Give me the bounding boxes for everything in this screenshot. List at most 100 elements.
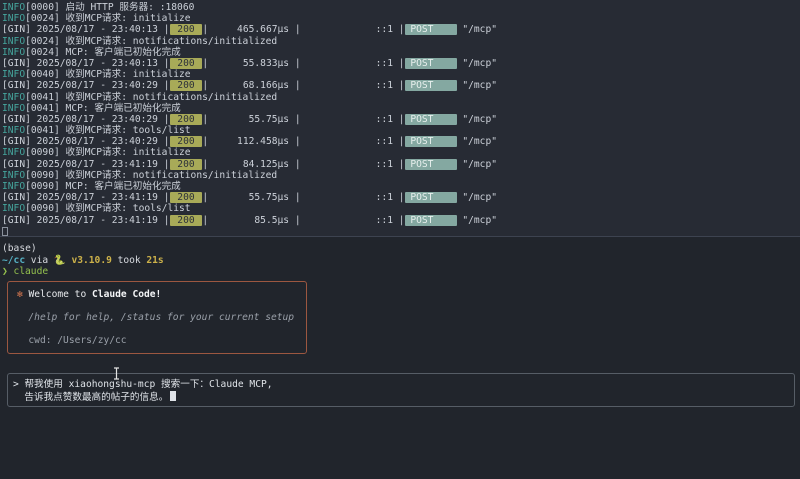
gin-prefix: [GIN] 2025/08/17 - 23:41:19 | [2,192,170,203]
status-badge: 200 [170,159,203,170]
gin-prefix: [GIN] 2025/08/17 - 23:41:19 | [2,159,170,170]
log-line: [GIN] 2025/08/17 - 23:41:19 | 200 | 85.5… [2,215,800,226]
starship-prompt-line: ~/ccvia🐍v3.10.9took21s [2,255,800,267]
log-line: [GIN] 2025/08/17 - 23:40:29 | 200 | 55.7… [2,114,800,125]
welcome-help-line: /help for help, /status for your current… [17,312,306,324]
request-path: "/mcp" [457,114,497,125]
log-level-label: INFO [2,47,25,58]
log-level-label: INFO [2,36,25,47]
status-badge: 200 [170,80,203,91]
gin-prefix: [GIN] 2025/08/17 - 23:40:29 | [2,80,170,91]
claude-spark-icon: ✻ [17,289,23,300]
method-badge: POST [405,215,457,226]
cwd-text: cwd: /Users/zy/cc [28,335,126,346]
gin-latency-ip: | 84.125µs | ::1 | [202,159,404,170]
server-log-pane: INFO[0000] 启动 HTTP 服务器: :18060INFO[0024]… [0,0,800,237]
status-badge: 200 [170,114,203,125]
welcome-cwd-line: cwd: /Users/zy/cc [17,335,306,347]
python-version: v3.10.9 [71,255,111,266]
log-line: [GIN] 2025/08/17 - 23:40:29 | 200 | 112.… [2,136,800,147]
log-level-label: INFO [2,147,25,158]
log-line: INFO[0090] 收到MCP请求: notifications/initia… [2,170,800,181]
log-level-label: INFO [2,170,25,181]
command-duration: 21s [146,255,163,266]
gin-latency-ip: | 112.458µs | ::1 | [202,136,404,147]
took-label: took [118,255,141,266]
claude-prompt-input[interactable]: >帮我使用 xiaohongshu-mcp 搜索一下：Claude MCP, 告… [7,373,795,407]
gin-latency-ip: | 68.166µs | ::1 | [202,80,404,91]
claude-welcome-box: ✻ Welcome to Claude Code! /help for help,… [7,281,307,355]
log-level-label: INFO [2,181,25,192]
method-badge: POST [405,80,457,91]
method-badge: POST [405,24,457,35]
shell-pane: (base) ~/ccvia🐍v3.10.9took21s ❯claude ✻W… [0,238,800,479]
log-line: INFO[0041] 收到MCP请求: notifications/initia… [2,92,800,103]
app-name: Claude Code! [92,289,161,300]
gin-latency-ip: | 55.75µs | ::1 | [202,192,404,203]
typed-command: claude [13,266,48,277]
status-badge: 200 [170,215,203,226]
log-message: [0000] 启动 HTTP 服务器: :18060 [25,2,194,13]
status-badge: 200 [170,24,203,35]
gin-latency-ip: | 465.667µs | ::1 | [202,24,404,35]
log-line: INFO[0024] MCP: 客户端已初始化完成 [2,47,800,58]
log-message: [0040] 收到MCP请求: initialize [25,69,190,80]
log-line: [GIN] 2025/08/17 - 23:41:19 | 200 | 55.7… [2,192,800,203]
method-badge: POST [405,58,457,69]
gin-latency-ip: | 55.833µs | ::1 | [202,58,404,69]
prompt-chevron: ❯ [2,266,8,277]
conda-env-label: (base) [2,243,37,254]
welcome-greeting: Welcome to [28,289,92,300]
method-badge: POST [405,114,457,125]
status-badge: 200 [170,192,203,203]
request-path: "/mcp" [457,192,497,203]
method-badge: POST [405,136,457,147]
log-line: [GIN] 2025/08/17 - 23:40:13 | 200 | 55.8… [2,58,800,69]
input-prompt-symbol: > [13,379,19,390]
log-level-label: INFO [2,92,25,103]
input-line-2: 告诉我点赞数最高的帖子的信息。 [13,391,794,403]
command-line: ❯ claude [2,266,800,278]
log-line: INFO[0000] 启动 HTTP 服务器: :18060 [2,2,800,13]
terminal-hollow-cursor [2,227,8,237]
log-message: [0024] 收到MCP请求: initialize [25,13,190,24]
gin-prefix: [GIN] 2025/08/17 - 23:41:19 | [2,215,170,226]
gin-prefix: [GIN] 2025/08/17 - 23:40:29 | [2,114,170,125]
log-message: [0090] MCP: 客户端已初始化完成 [25,181,181,192]
log-line: INFO[0024] 收到MCP请求: notifications/initia… [2,36,800,47]
log-message: [0041] 收到MCP请求: notifications/initialize… [25,92,277,103]
gin-prefix: [GIN] 2025/08/17 - 23:40:29 | [2,136,170,147]
log-cursor-line [2,226,800,237]
log-line: [GIN] 2025/08/17 - 23:41:19 | 200 | 84.1… [2,159,800,170]
log-line: [GIN] 2025/08/17 - 23:40:29 | 200 | 68.1… [2,80,800,91]
request-path: "/mcp" [457,58,497,69]
log-level-label: INFO [2,203,25,214]
request-path: "/mcp" [457,215,497,226]
log-level-label: INFO [2,69,25,80]
gin-latency-ip: | 85.5µs | ::1 | [202,215,404,226]
input-text-line2: 告诉我点赞数最高的帖子的信息。 [24,392,168,403]
request-path: "/mcp" [457,136,497,147]
log-level-label: INFO [2,125,25,136]
log-line: INFO[0090] 收到MCP请求: initialize [2,147,800,158]
gin-latency-ip: | 55.75µs | ::1 | [202,114,404,125]
log-message: [0041] MCP: 客户端已初始化完成 [25,103,181,114]
log-line: INFO[0041] 收到MCP请求: tools/list [2,125,800,136]
log-message: [0024] 收到MCP请求: notifications/initialize… [25,36,277,47]
status-badge: 200 [170,136,203,147]
log-line: INFO[0090] MCP: 客户端已初始化完成 [2,181,800,192]
log-message: [0090] 收到MCP请求: tools/list [25,203,190,214]
current-directory: ~/cc [2,255,25,266]
log-lines-container: INFO[0000] 启动 HTTP 服务器: :18060INFO[0024]… [2,2,800,226]
via-label: via [31,255,48,266]
terminal-window: { "colors": { "log_pane_bg": "#272b34", … [0,0,800,479]
help-text: /help for help, /status for your current… [28,312,294,323]
log-message: [0024] MCP: 客户端已初始化完成 [25,47,181,58]
conda-env-line: (base) [2,243,800,255]
method-badge: POST [405,159,457,170]
log-level-label: INFO [2,2,25,13]
method-badge: POST [405,192,457,203]
log-level-label: INFO [2,13,25,24]
request-path: "/mcp" [457,80,497,91]
log-line: INFO[0041] MCP: 客户端已初始化完成 [2,103,800,114]
